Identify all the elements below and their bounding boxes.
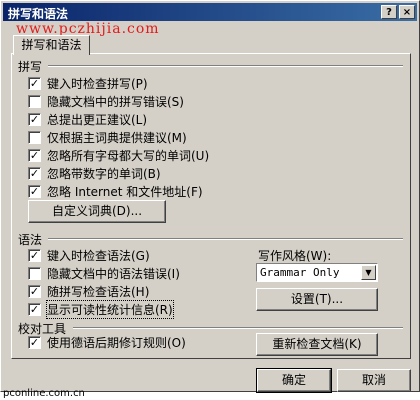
writing-style-value: Grammar Only [260,266,340,279]
ignore-words-with-numbers[interactable]: ✓ 忽略带数字的单词(B) [28,165,161,181]
writing-style-select[interactable]: Grammar Only ▼ [256,263,378,282]
checkbox-box[interactable] [28,94,41,108]
dialog-window: 拼写和语法 ? × www.pczhijia.com 拼写和语法 拼写 ✓ 键入… [0,0,420,393]
checkbox-label: 忽略 Internet 和文件地址(F) [47,184,203,199]
suggest-from-main-dictionary-only[interactable]: 仅根据主词典提供建议(M) [28,129,187,145]
checkbox-box[interactable]: ✓ [28,184,41,198]
check-spelling-as-you-type[interactable]: ✓ 键入时检查拼写(P) [28,75,148,91]
window-title: 拼写和语法 [8,7,69,21]
always-suggest-corrections[interactable]: ✓ 总提出更正建议(L) [28,111,147,127]
writing-style-label: 写作风格(W): [258,249,332,263]
checkbox-label: 隐藏文档中的语法错误(I) [47,266,180,281]
checkbox-box[interactable]: ✓ [28,302,41,316]
cancel-button[interactable]: 取消 [337,369,411,392]
check-grammar-as-you-type[interactable]: ✓ 键入时检查语法(G) [28,247,150,263]
checkbox-label: 键入时检查语法(G) [47,248,150,263]
checkbox-label: 忽略带数字的单词(B) [47,166,161,181]
help-button[interactable]: ? [381,5,397,19]
checkbox-box[interactable]: ✓ [28,284,41,298]
checkbox-label: 忽略所有字母都大写的单词(U) [47,148,210,163]
custom-dictionary-button[interactable]: 自定义词典(D)... [28,200,166,223]
checkbox-label: 键入时检查拼写(P) [47,76,148,91]
tab-spelling-grammar[interactable]: 拼写和语法 [13,35,90,55]
checkbox-label: 隐藏文档中的拼写错误(S) [47,94,184,109]
ignore-uppercase-words[interactable]: ✓ 忽略所有字母都大写的单词(U) [28,147,209,163]
grammar-divider [48,238,403,240]
ignore-internet-addresses[interactable]: ✓ 忽略 Internet 和文件地址(F) [28,183,203,199]
checkbox-box[interactable]: ✓ [28,166,41,180]
title-bar[interactable]: 拼写和语法 ? × [3,3,417,21]
checkbox-label: 显示可读性统计信息(R) [46,299,174,319]
proofing-divider [73,327,403,329]
checkbox-box[interactable]: ✓ [28,112,41,126]
checkbox-label: 总提出更正建议(L) [47,112,148,127]
hide-spelling-errors[interactable]: 隐藏文档中的拼写错误(S) [28,93,184,109]
checkbox-box[interactable] [28,130,41,144]
spelling-heading: 拼写 [18,60,43,74]
use-german-post-reform-rules[interactable]: ✓ 使用德语后期修订规则(O) [28,334,186,350]
checkbox-label: 随拼写检查语法(H) [47,284,150,299]
dropdown-arrow-icon[interactable]: ▼ [361,265,376,280]
checkbox-box[interactable]: ✓ [28,76,41,90]
checkbox-box[interactable]: ✓ [28,335,41,349]
checkbox-box[interactable]: ✓ [28,148,41,162]
close-button[interactable]: × [399,5,415,19]
check-grammar-with-spelling[interactable]: ✓ 随拼写检查语法(H) [28,283,149,299]
checkbox-label: 使用德语后期修订规则(O) [47,335,186,350]
recheck-document-button[interactable]: 重新检查文档(K) [256,333,378,356]
spelling-divider [48,65,403,67]
grammar-settings-button[interactable]: 设置(T)... [256,288,378,311]
checkbox-box[interactable]: ✓ [28,248,41,262]
checkbox-label: 仅根据主词典提供建议(M) [47,130,187,145]
ok-button[interactable]: 确定 [256,368,332,393]
hide-grammar-errors[interactable]: 隐藏文档中的语法错误(I) [28,265,180,281]
show-readability-statistics[interactable]: ✓ 显示可读性统计信息(R) [28,299,174,319]
checkbox-box[interactable] [28,266,41,280]
grammar-heading: 语法 [18,233,43,247]
footer-watermark: pconline.com.cn [3,388,85,399]
